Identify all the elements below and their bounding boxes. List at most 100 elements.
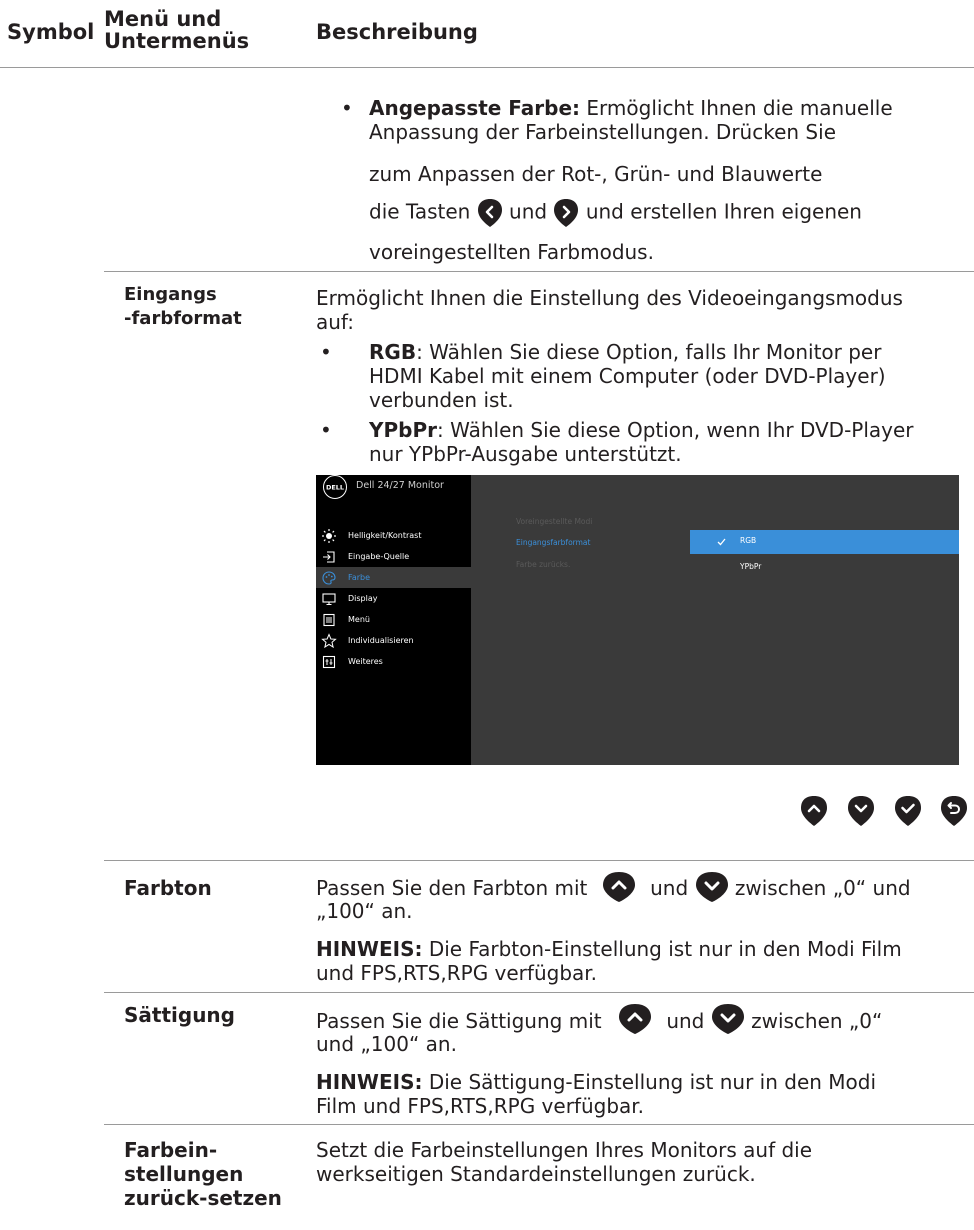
osd-item-label: Display	[348, 594, 378, 603]
ypbpr-line1: YPbPr: Wählen Sie diese Option, wenn Ihr…	[369, 418, 914, 443]
chevron-down-icon[interactable]	[847, 795, 875, 827]
input-color-intro-1: Ermöglicht Ihnen die Einstellung des Vid…	[316, 286, 903, 310]
dell-logo-icon: DELL	[323, 475, 347, 499]
reset-label-3: zurück-setzen	[124, 1186, 282, 1210]
input-color-intro-2: auf:	[316, 310, 354, 334]
saturation-line1b: und	[666, 1009, 705, 1033]
custom-color-text: Ermöglicht Ihnen die manuelle	[580, 96, 893, 120]
check-icon	[717, 538, 726, 546]
osd-item-brightness[interactable]: Helligkeit/Kontrast	[316, 525, 471, 546]
hue-line1a: Passen Sie den Farbton mit	[316, 876, 588, 900]
osd-item-label: Individualisieren	[348, 636, 414, 645]
reset-line2: werkseitigen Standardeinstellungen zurüc…	[316, 1162, 756, 1186]
reset-line1: Setzt die Farbeinstellungen Ihres Monito…	[316, 1138, 813, 1162]
osd-option-rgb[interactable]: RGB	[690, 530, 959, 554]
header-description: Beschreibung	[316, 20, 478, 44]
back-icon[interactable]	[940, 795, 968, 827]
custom-color-line2: Anpassung der Farbeinstellungen. Drücken…	[369, 120, 836, 144]
others-icon	[322, 655, 336, 669]
saturation-line1a: Passen Sie die Sättigung mit	[316, 1009, 602, 1033]
rgb-line1: RGB: Wählen Sie diese Option, falls Ihr …	[369, 340, 881, 365]
display-icon	[322, 593, 336, 606]
hue-note-line2: und FPS,RTS,RPG verfügbar.	[316, 961, 598, 985]
reset-label-2: stellungen	[124, 1162, 244, 1186]
custom-color-line4a: die Tasten	[369, 199, 471, 224]
saturation-label: Sättigung	[124, 1003, 235, 1027]
hue-note-line1: HINWEIS: Die Farbton-Einstellung ist nur…	[316, 937, 902, 962]
osd-item-label: Farbe	[348, 573, 371, 582]
ypbpr-term: YPbPr	[369, 418, 437, 442]
custom-color-line5: voreingestellten Farbmodus.	[369, 240, 654, 264]
row-rule-1	[104, 271, 974, 272]
osd-submenu-input-color[interactable]: Eingangsfarbformat	[516, 538, 590, 547]
osd-option-label: YPbPr	[740, 562, 762, 571]
bullet-dot: •	[320, 340, 332, 364]
osd-item-label: Helligkeit/Kontrast	[348, 531, 422, 540]
osd-item-others[interactable]: Weiteres	[316, 651, 471, 672]
osd-item-menu[interactable]: Menü	[316, 609, 471, 630]
custom-color-line3: zum Anpassen der Rot-, Grün- und Blauwer…	[369, 162, 823, 186]
chevron-down-icon	[711, 1003, 744, 1034]
bullet-dot: •	[320, 418, 332, 442]
ypbpr-text: : Wählen Sie diese Option, wenn Ihr DVD-…	[436, 418, 914, 442]
osd-item-display[interactable]: Display	[316, 588, 471, 609]
custom-color-line4c: und erstellen Ihren eigenen	[585, 199, 862, 224]
header-menu-text: Menü und Untermenüs	[104, 7, 250, 53]
ypbpr-line2: nur YPbPr-Ausgabe unterstützt.	[369, 442, 682, 466]
hue-note-term: HINWEIS:	[316, 937, 423, 961]
brightness-icon	[322, 529, 336, 543]
bullet-dot: •	[341, 96, 353, 120]
rgb-line2: HDMI Kabel mit einem Computer (oder DVD-…	[369, 364, 886, 388]
chevron-up-icon	[618, 1003, 651, 1034]
header-symbol: Symbol	[7, 20, 95, 44]
saturation-line2: und „100“ an.	[316, 1032, 457, 1056]
osd-option-ypbpr[interactable]: YPbPr	[690, 558, 959, 579]
osd-sidebar: DELL Dell 24/27 Monitor Helligkeit/Kontr…	[316, 475, 471, 765]
menu-icon	[323, 613, 335, 627]
reset-label-1: Farbein-	[124, 1138, 218, 1162]
osd-item-color[interactable]: Farbe	[316, 567, 471, 588]
osd-submenu-reset[interactable]: Farbe zurücks.	[516, 560, 570, 569]
hue-note-text: Die Farbton-Einstellung ist nur in den M…	[422, 937, 902, 961]
custom-color-term: Angepasste Farbe:	[369, 96, 581, 120]
osd-item-input-source[interactable]: Eingabe-Quelle	[316, 546, 471, 567]
header-rule	[0, 67, 974, 68]
saturation-line1c: zwischen „0“	[751, 1009, 883, 1033]
row-rule-3	[104, 992, 974, 993]
rgb-line3: verbunden ist.	[369, 388, 514, 412]
chevron-down-icon	[695, 871, 728, 902]
row-rule-4	[104, 1124, 974, 1125]
star-icon	[321, 633, 337, 649]
svg-text:DELL: DELL	[326, 484, 344, 492]
hue-line2: „100“ an.	[316, 899, 413, 923]
saturation-note-term: HINWEIS:	[316, 1070, 423, 1094]
header-menu: Menü und Untermenüs	[104, 8, 274, 52]
osd-submenu-preset[interactable]: Voreingestellte Modi	[516, 517, 592, 526]
osd-screenshot: DELL Dell 24/27 Monitor Helligkeit/Kontr…	[316, 475, 959, 765]
rgb-text: : Wählen Sie diese Option, falls Ihr Mon…	[416, 340, 882, 364]
osd-item-label: Eingabe-Quelle	[348, 552, 410, 561]
chevron-right-icon	[554, 199, 579, 227]
saturation-note-line2: Film und FPS,RTS,RPG verfügbar.	[316, 1094, 645, 1118]
check-icon[interactable]	[894, 795, 922, 827]
osd-item-personalize[interactable]: Individualisieren	[316, 630, 471, 651]
custom-color-line4: die Tasten und und erstellen Ihren eigen…	[369, 198, 862, 228]
chevron-up-icon	[602, 871, 635, 902]
osd-item-label: Weiteres	[348, 657, 383, 666]
chevron-left-icon	[477, 199, 502, 227]
saturation-note-line1: HINWEIS: Die Sättigung-Einstellung ist n…	[316, 1070, 876, 1095]
osd-item-label: Menü	[348, 615, 370, 624]
custom-color-line4b: und	[509, 199, 548, 224]
palette-icon	[322, 571, 336, 585]
hue-line1b: und	[650, 876, 689, 900]
input-color-label-1: Eingangs	[124, 284, 217, 305]
osd-option-label: RGB	[740, 536, 757, 545]
input-source-icon	[323, 551, 335, 563]
rgb-term: RGB	[369, 340, 417, 364]
input-color-label-2: -farbformat	[124, 308, 242, 329]
hue-label: Farbton	[124, 876, 212, 900]
saturation-note-text: Die Sättigung-Einstellung ist nur in den…	[422, 1070, 877, 1094]
row-rule-2	[104, 860, 974, 861]
hue-line1c: zwischen „0“ und	[734, 876, 911, 900]
chevron-up-icon[interactable]	[800, 795, 828, 827]
